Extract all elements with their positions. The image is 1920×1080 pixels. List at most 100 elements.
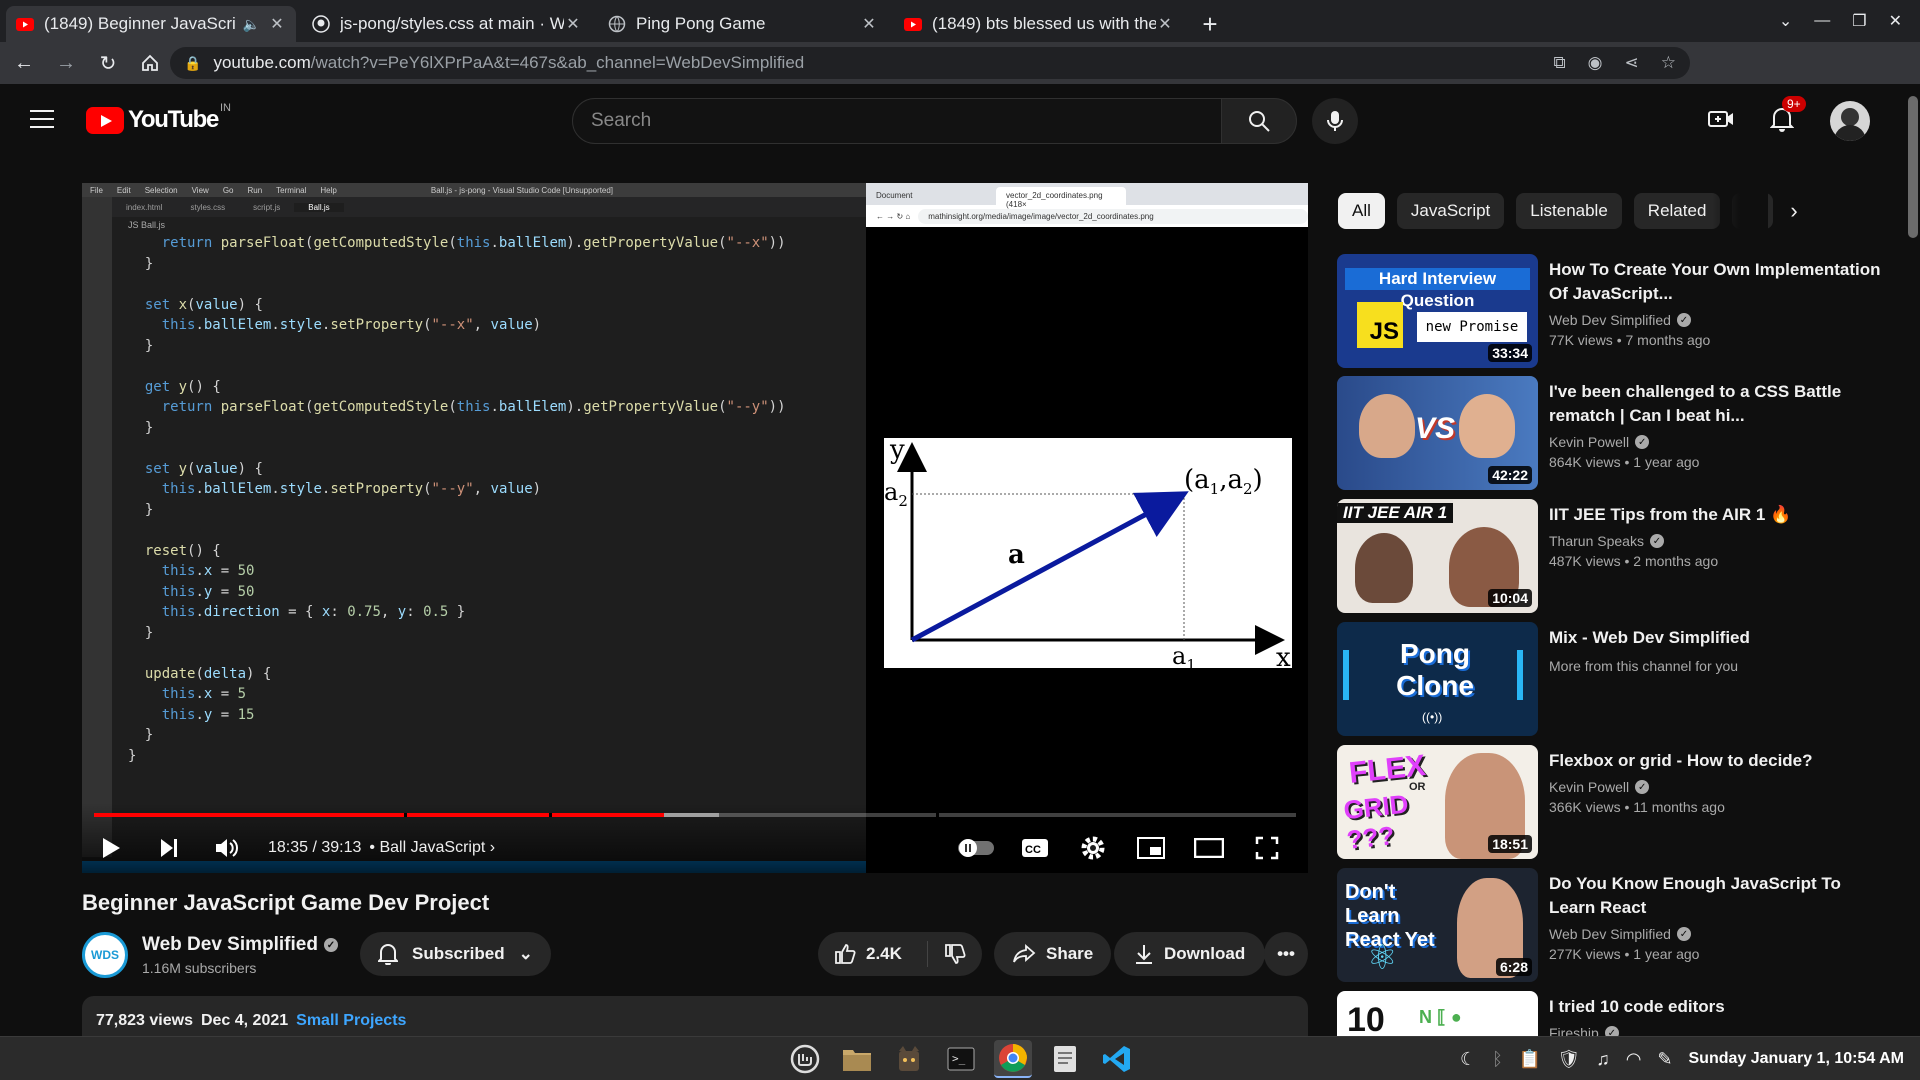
video-thumbnail[interactable]: Hard Interview Question JS new Promise 3… [1337, 254, 1538, 368]
shield-icon[interactable]: 🛡 [1557, 1049, 1580, 1070]
recommendation-item[interactable]: Don't Learn React Yet ⚛ 6:28 Do You Know… [1337, 868, 1897, 982]
close-window-icon[interactable]: ✕ [1889, 11, 1902, 31]
svg-text:>_: >_ [952, 1052, 966, 1065]
file-manager-icon[interactable] [838, 1040, 876, 1078]
theater-mode-button[interactable] [1180, 823, 1238, 873]
browser-tab-pong[interactable]: Ping Pong Game ✕ [598, 6, 888, 42]
channel-avatar[interactable]: WDS [82, 932, 128, 978]
video-thumbnail[interactable]: Don't Learn React Yet ⚛ 6:28 [1337, 868, 1538, 982]
vscode-icon[interactable] [1098, 1040, 1136, 1078]
video-player[interactable]: File Edit Selection View Go Run Terminal… [82, 183, 1308, 873]
minimize-icon[interactable]: — [1814, 12, 1830, 30]
notes-icon[interactable]: ✎ [1657, 1049, 1672, 1070]
description-box[interactable]: 77,823 views Dec 4, 2021 Small Projects [82, 996, 1308, 1036]
hashtag-link[interactable]: Small Projects [296, 1012, 406, 1029]
recommendation-item[interactable]: FLEX OR GRID ??? 18:51 Flexbox or grid -… [1337, 745, 1897, 859]
linux-mint-menu-icon[interactable] [786, 1040, 824, 1078]
video-thumbnail[interactable]: IIT JEE AIR 1 10:04 [1337, 499, 1538, 613]
restore-icon[interactable]: ❐ [1852, 11, 1866, 31]
search-button[interactable] [1221, 98, 1297, 144]
browser-tab-github[interactable]: js-pong/styles.css at main · W ✕ [302, 6, 592, 42]
x-axis-label: x [1276, 643, 1291, 668]
volume-button[interactable] [198, 823, 256, 873]
tab-close-icon[interactable]: ✕ [268, 14, 286, 34]
svg-text:CC: CC [1025, 844, 1041, 856]
chips-next-chevron-icon[interactable]: › [1776, 193, 1812, 229]
search-input[interactable]: Search [572, 98, 1222, 144]
back-icon[interactable]: ← [6, 45, 42, 81]
recommendation-item[interactable]: Hard Interview Question JS new Promise 3… [1337, 254, 1897, 368]
browser-tab-bts[interactable]: (1849) bts blessed us with the ✕ [894, 6, 1184, 42]
wifi-icon[interactable]: ◠ [1626, 1049, 1642, 1070]
youtube-favicon-icon [904, 15, 922, 33]
progress-bar[interactable] [94, 813, 1296, 817]
tab-close-icon[interactable]: ✕ [860, 14, 878, 34]
chip-listenable[interactable]: Listenable [1516, 193, 1622, 229]
hamburger-menu-icon[interactable] [30, 110, 54, 128]
rec-channel: More from this channel for you [1549, 658, 1739, 674]
voice-search-button[interactable] [1312, 98, 1358, 144]
settings-button[interactable] [1064, 823, 1122, 873]
clock[interactable]: Sunday January 1, 10:54 AM [1689, 1050, 1905, 1068]
recommendation-item[interactable]: Pong Clone ((•)) Mix - Web Dev Simplifie… [1337, 622, 1897, 736]
new-tab-button[interactable]: + [1192, 6, 1228, 42]
tab-audio-icon[interactable]: 🔈 [243, 16, 260, 33]
chip-related[interactable]: Related [1633, 193, 1721, 229]
reload-icon[interactable]: ↻ [90, 45, 126, 81]
captions-button[interactable]: CC [1006, 823, 1064, 873]
night-mode-icon[interactable]: ☾ [1460, 1049, 1476, 1070]
thumb-banner-text: IIT JEE AIR 1 [1337, 503, 1454, 523]
channel-name[interactable]: Web Dev Simplified [142, 934, 318, 956]
video-thumbnail[interactable]: FLEX OR GRID ??? 18:51 [1337, 745, 1538, 859]
recommendation-item[interactable]: 10 N ⟦ ● I tried 10 code editors Fireshi… [1337, 991, 1897, 1036]
github-favicon-icon [312, 15, 330, 33]
terminal-icon[interactable]: >_ [942, 1040, 980, 1078]
bluetooth-icon[interactable]: ᛒ [1492, 1049, 1503, 1070]
tab-close-icon[interactable]: ✕ [1156, 14, 1174, 34]
address-bar[interactable]: 🔒 youtube.com/watch?v=PeY6lXPrPaA&t=467s… [170, 47, 1690, 79]
share-icon[interactable]: ⋖ [1625, 53, 1639, 73]
tab-close-icon[interactable]: ✕ [564, 14, 582, 34]
open-in-app-icon[interactable]: ⧉ [1554, 53, 1566, 73]
miniplayer-button[interactable] [1122, 823, 1180, 873]
home-icon[interactable] [132, 45, 168, 81]
recommendation-item[interactable]: IIT JEE AIR 1 10:04 IIT JEE Tips from th… [1337, 499, 1897, 613]
vscode-activity-bar [82, 197, 112, 857]
fullscreen-button[interactable] [1238, 823, 1296, 873]
account-avatar[interactable] [1830, 101, 1870, 141]
dislike-button[interactable] [928, 943, 982, 965]
rec-meta: 864K views • 1 year ago [1549, 454, 1700, 470]
text-editor-icon[interactable] [1046, 1040, 1084, 1078]
lock-icon[interactable]: 🔒 [184, 55, 201, 72]
autoplay-toggle[interactable] [948, 823, 1006, 873]
app-cat-icon[interactable] [890, 1040, 928, 1078]
download-button[interactable]: Download [1114, 932, 1266, 976]
tab-search-icon[interactable]: ⌄ [1779, 11, 1792, 31]
next-button[interactable] [140, 823, 198, 873]
recommendation-item[interactable]: VS 42:22 I've been challenged to a CSS B… [1337, 376, 1897, 490]
share-button[interactable]: Share [994, 932, 1112, 976]
page-scrollbar[interactable] [1908, 96, 1918, 238]
create-video-icon[interactable] [1708, 108, 1734, 135]
video-thumbnail[interactable]: VS 42:22 [1337, 376, 1538, 490]
play-button[interactable] [82, 823, 140, 873]
globe-favicon-icon [608, 15, 626, 33]
video-thumbnail[interactable]: Pong Clone ((•)) [1337, 622, 1538, 736]
bookmark-star-icon[interactable]: ☆ [1661, 53, 1676, 73]
more-actions-button[interactable]: ••• [1264, 932, 1308, 976]
notifications-button[interactable]: 9+ [1769, 95, 1806, 137]
clipboard-icon[interactable]: 📋 [1519, 1049, 1541, 1070]
vscode-tab: styles.css [190, 202, 226, 212]
tracking-eye-icon[interactable]: ◉ [1588, 53, 1603, 73]
youtube-logo[interactable]: YouTube IN [86, 102, 231, 134]
chip-javascript[interactable]: JavaScript [1396, 193, 1505, 229]
browser-tab-youtube-video[interactable]: (1849) Beginner JavaScrip 🔈 ✕ [6, 6, 296, 42]
music-note-icon[interactable]: ♫ [1596, 1049, 1610, 1070]
video-thumbnail[interactable]: 10 N ⟦ ● [1337, 991, 1538, 1036]
subscribed-button[interactable]: Subscribed ⌄ [360, 932, 551, 976]
chip-all[interactable]: All [1338, 193, 1385, 229]
forward-icon[interactable]: → [48, 45, 84, 81]
chrome-icon[interactable] [994, 1040, 1032, 1078]
like-button[interactable]: 2.4K [818, 941, 928, 967]
chapter-title[interactable]: • Ball JavaScript › [369, 839, 495, 857]
